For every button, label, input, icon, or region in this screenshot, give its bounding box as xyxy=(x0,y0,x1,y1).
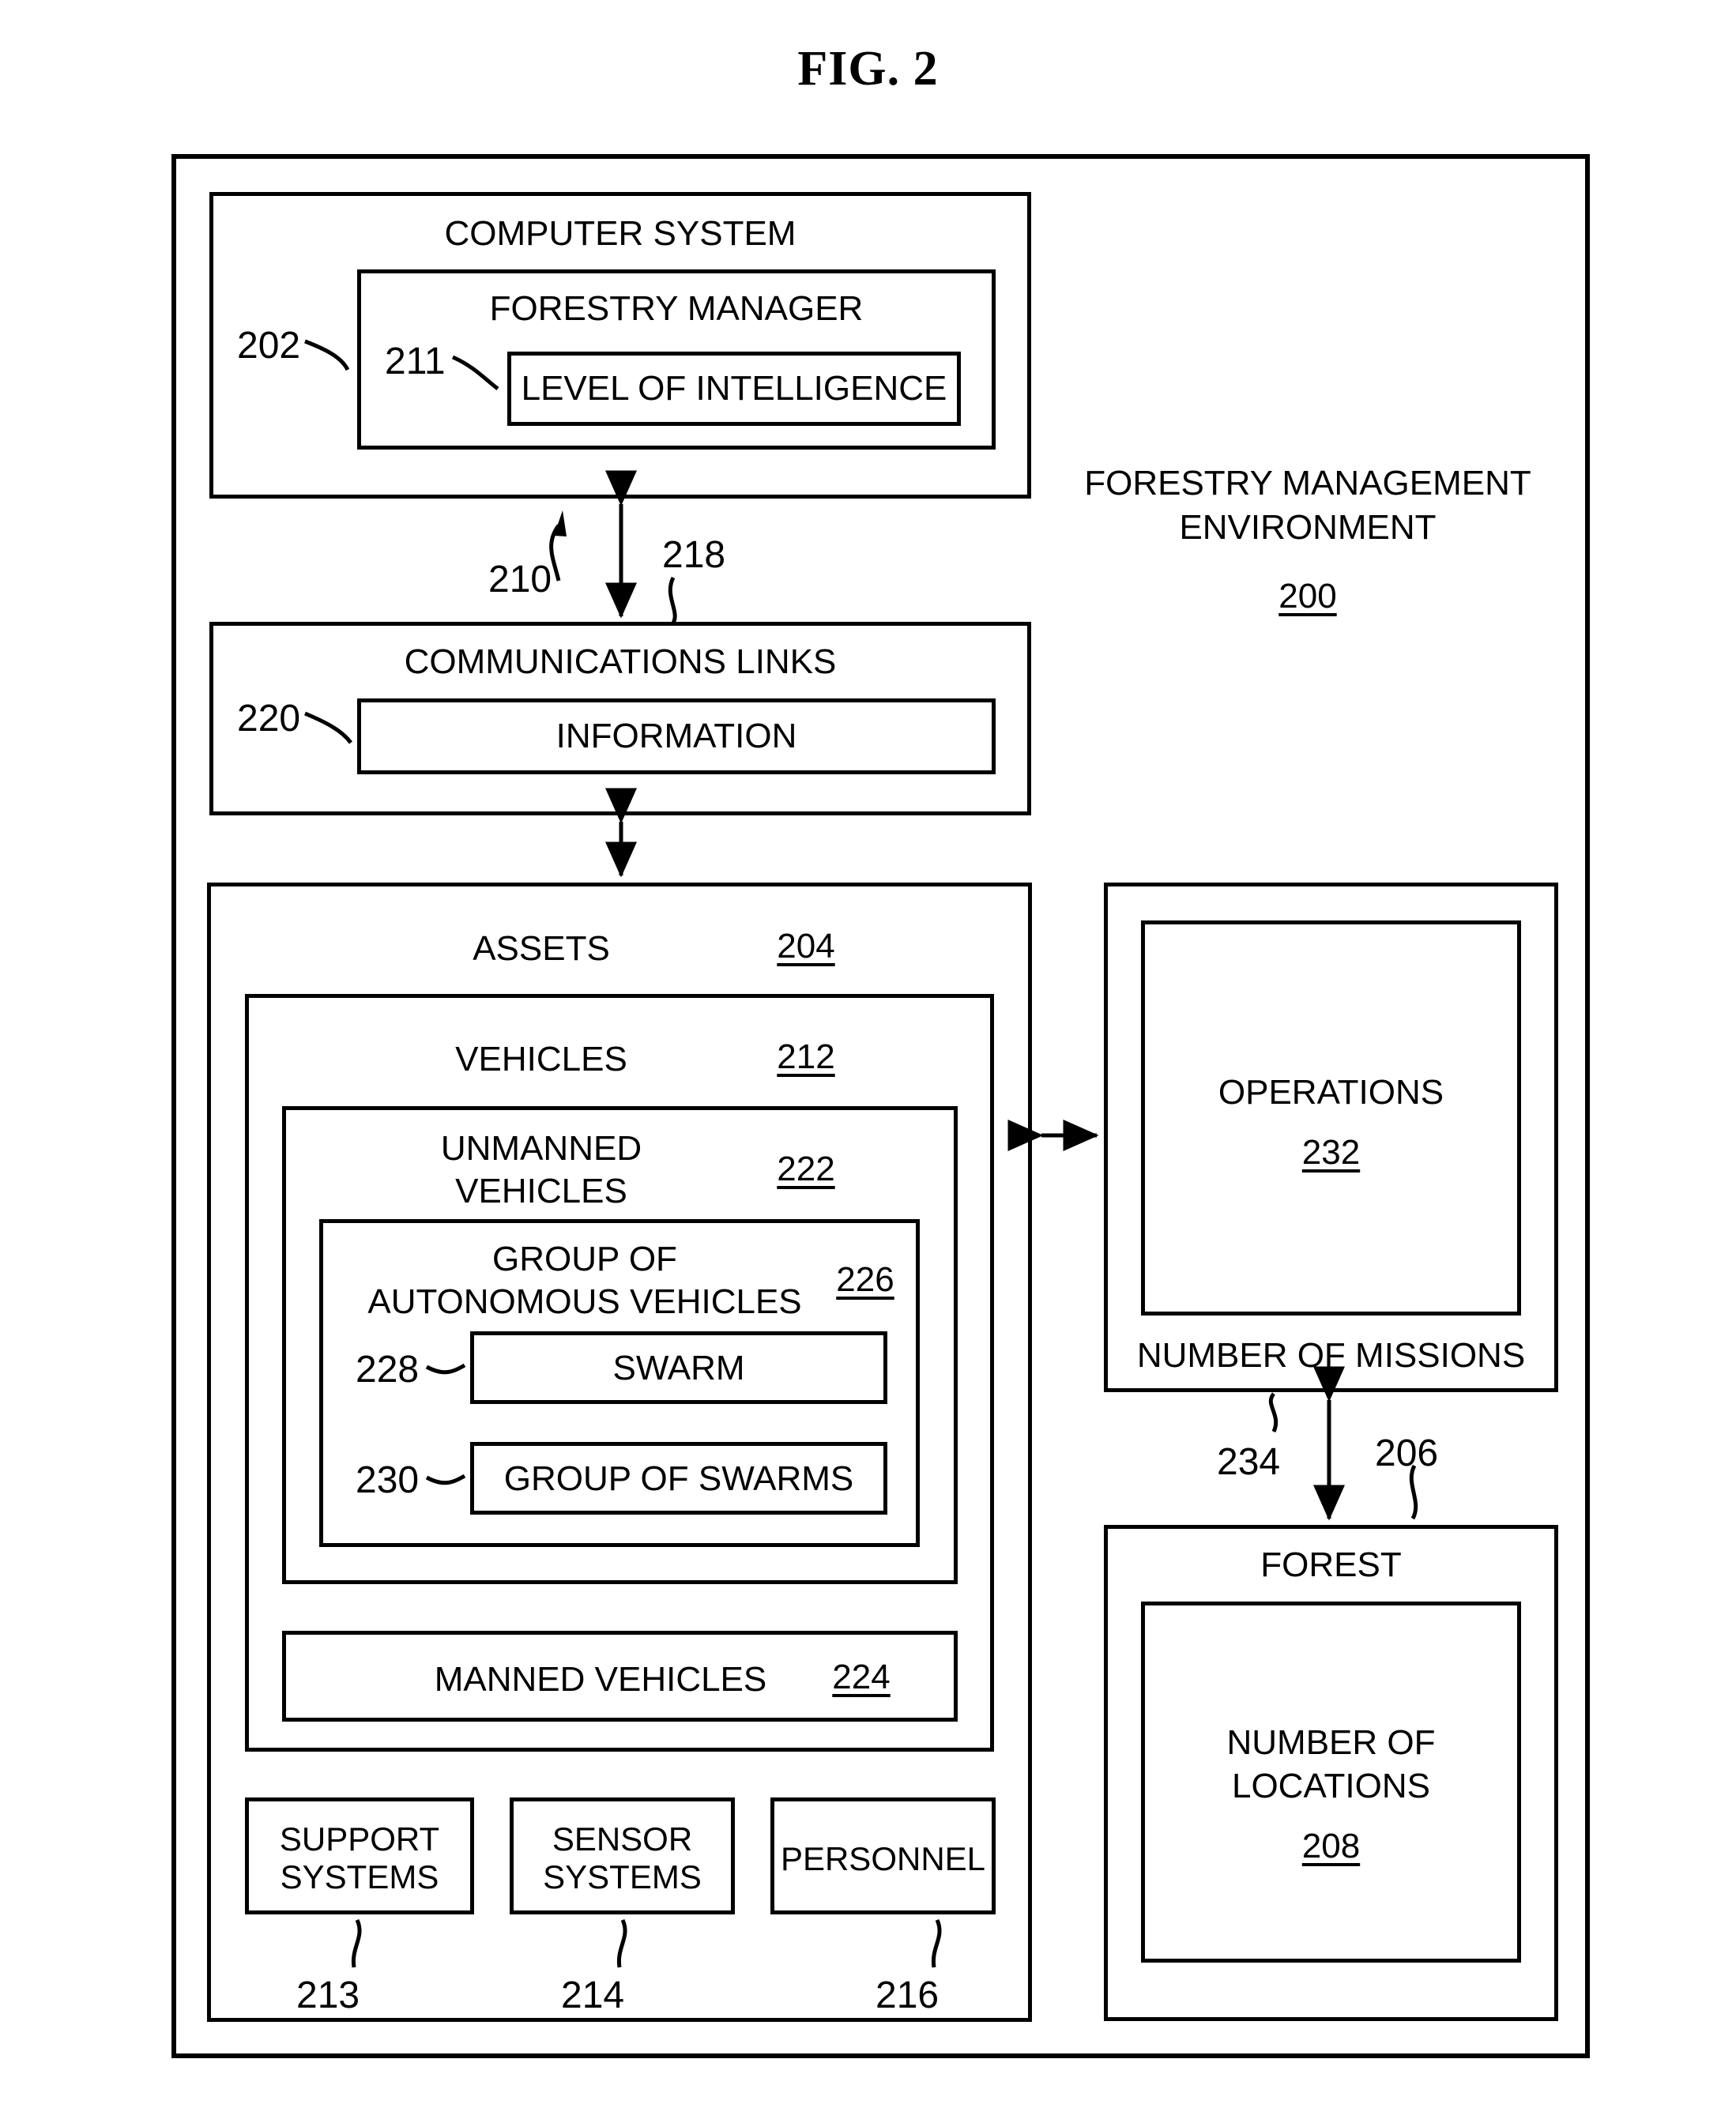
assets-label: ASSETS xyxy=(473,929,610,968)
ref-213: 213 xyxy=(296,1974,360,2016)
ref-220: 220 xyxy=(237,698,301,740)
unmanned-vehicles-ref-222: 222 xyxy=(777,1150,835,1188)
sensor-systems-label-line1: SENSOR xyxy=(552,1820,693,1858)
group-of-autonomous-vehicles-ref-226: 226 xyxy=(836,1260,894,1299)
ref-214: 214 xyxy=(561,1974,625,2016)
assets-ref-204: 204 xyxy=(777,927,835,966)
sensor-systems-label-line2: SYSTEMS xyxy=(543,1858,702,1895)
group-of-swarms-label: GROUP OF SWARMS xyxy=(503,1459,854,1498)
level-of-intelligence-label: LEVEL OF INTELLIGENCE xyxy=(521,369,947,408)
operations-inner-box xyxy=(1141,920,1521,1316)
number-of-locations-label-line2: LOCATIONS xyxy=(1231,1767,1430,1805)
ref-234: 234 xyxy=(1217,1441,1281,1483)
communications-links-label: COMMUNICATIONS LINKS xyxy=(404,642,837,681)
unmanned-vehicles-label-line2: VEHICLES xyxy=(455,1172,627,1210)
figure-title: FIG. 2 xyxy=(797,42,939,96)
personnel-label: PERSONNEL xyxy=(780,1840,986,1877)
ref-206: 206 xyxy=(1375,1432,1439,1474)
vehicles-ref-212: 212 xyxy=(777,1037,835,1076)
environment-label-line2: ENVIRONMENT xyxy=(1179,508,1437,547)
support-systems-label-line2: SYSTEMS xyxy=(280,1858,439,1895)
unmanned-vehicles-label-line1: UNMANNED xyxy=(440,1129,642,1168)
number-of-missions-label: NUMBER OF MISSIONS xyxy=(1136,1336,1526,1375)
manned-vehicles-ref-224: 224 xyxy=(832,1658,891,1696)
swarm-label: SWARM xyxy=(612,1349,745,1387)
manned-vehicles-label: MANNED VEHICLES xyxy=(434,1660,767,1699)
environment-ref-200: 200 xyxy=(1278,577,1337,615)
ref-230: 230 xyxy=(356,1459,420,1501)
ref-228: 228 xyxy=(356,1349,420,1391)
operations-ref-232: 232 xyxy=(1301,1133,1361,1172)
ref-202: 202 xyxy=(237,325,301,367)
operations-label: OPERATIONS xyxy=(1218,1073,1444,1112)
number-of-locations-ref-208: 208 xyxy=(1301,1827,1361,1865)
forestry-manager-label: FORESTRY MANAGER xyxy=(489,289,864,328)
ref-218: 218 xyxy=(662,534,726,576)
computer-system-label: COMPUTER SYSTEM xyxy=(444,214,796,253)
group-of-autonomous-vehicles-label-line1: GROUP OF xyxy=(492,1240,677,1278)
patent-figure-page: FIG. 2 FORESTRY MANAGEMENT ENVIRONMENT 2… xyxy=(0,0,1736,2123)
environment-label-line1: FORESTRY MANAGEMENT xyxy=(1084,464,1531,503)
vehicles-label: VEHICLES xyxy=(455,1040,627,1078)
information-label: INFORMATION xyxy=(555,717,797,755)
ref-216: 216 xyxy=(876,1974,940,2016)
group-of-autonomous-vehicles-label-line2: AUTONOMOUS VEHICLES xyxy=(367,1282,802,1321)
support-systems-label-line1: SUPPORT xyxy=(279,1820,440,1858)
ref-210: 210 xyxy=(488,559,552,600)
forest-label: FOREST xyxy=(1260,1545,1402,1584)
ref-211: 211 xyxy=(385,341,446,382)
number-of-locations-label-line1: NUMBER OF xyxy=(1226,1723,1436,1762)
